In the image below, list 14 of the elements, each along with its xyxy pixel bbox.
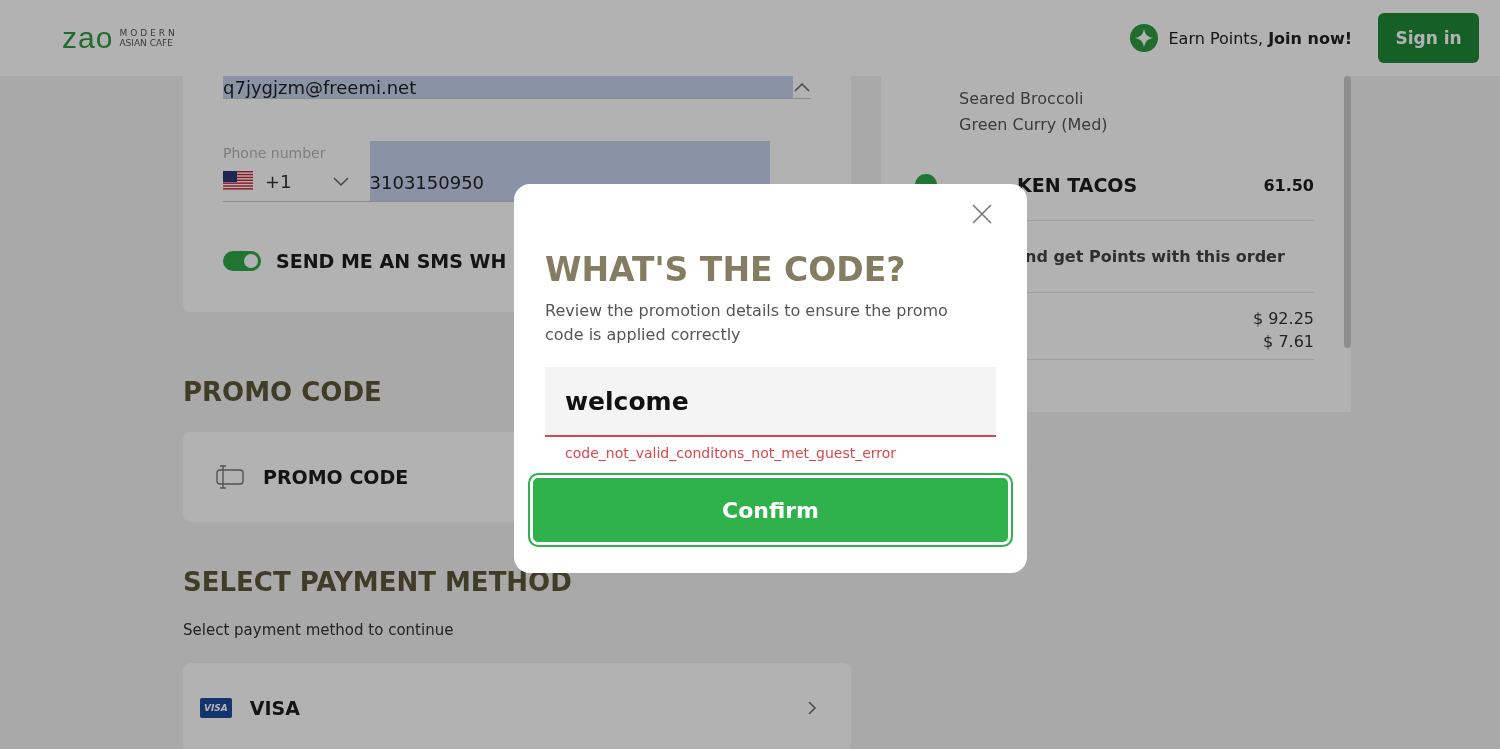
item-name: KEN TACOS [1017,174,1138,196]
item-price: 61.50 [1263,175,1314,195]
item-modifier: Green Curry (Med) [959,114,1109,136]
total-amount: $ 92.25 [1252,309,1314,328]
total-amount: $ 7.61 [1263,332,1314,351]
payment-subtitle: Select payment method to continue [183,621,455,639]
card-brand-badge: VISA [200,698,232,718]
error-message: code_not_valid_conditons_not_met_guest_error [565,445,898,461]
dialog-description: Review the promotion details to ensure the promo code is applied correctly [545,300,949,346]
payment-heading: SELECT PAYMENT METHOD [183,567,572,597]
item-modifier: Seared Broccoli [959,88,1085,110]
sms-label: SEND ME AN SMS WH [276,250,507,272]
promo-heading: PROMO CODE [183,377,382,407]
dialog-title: WHAT'S THE CODE? [545,250,907,289]
